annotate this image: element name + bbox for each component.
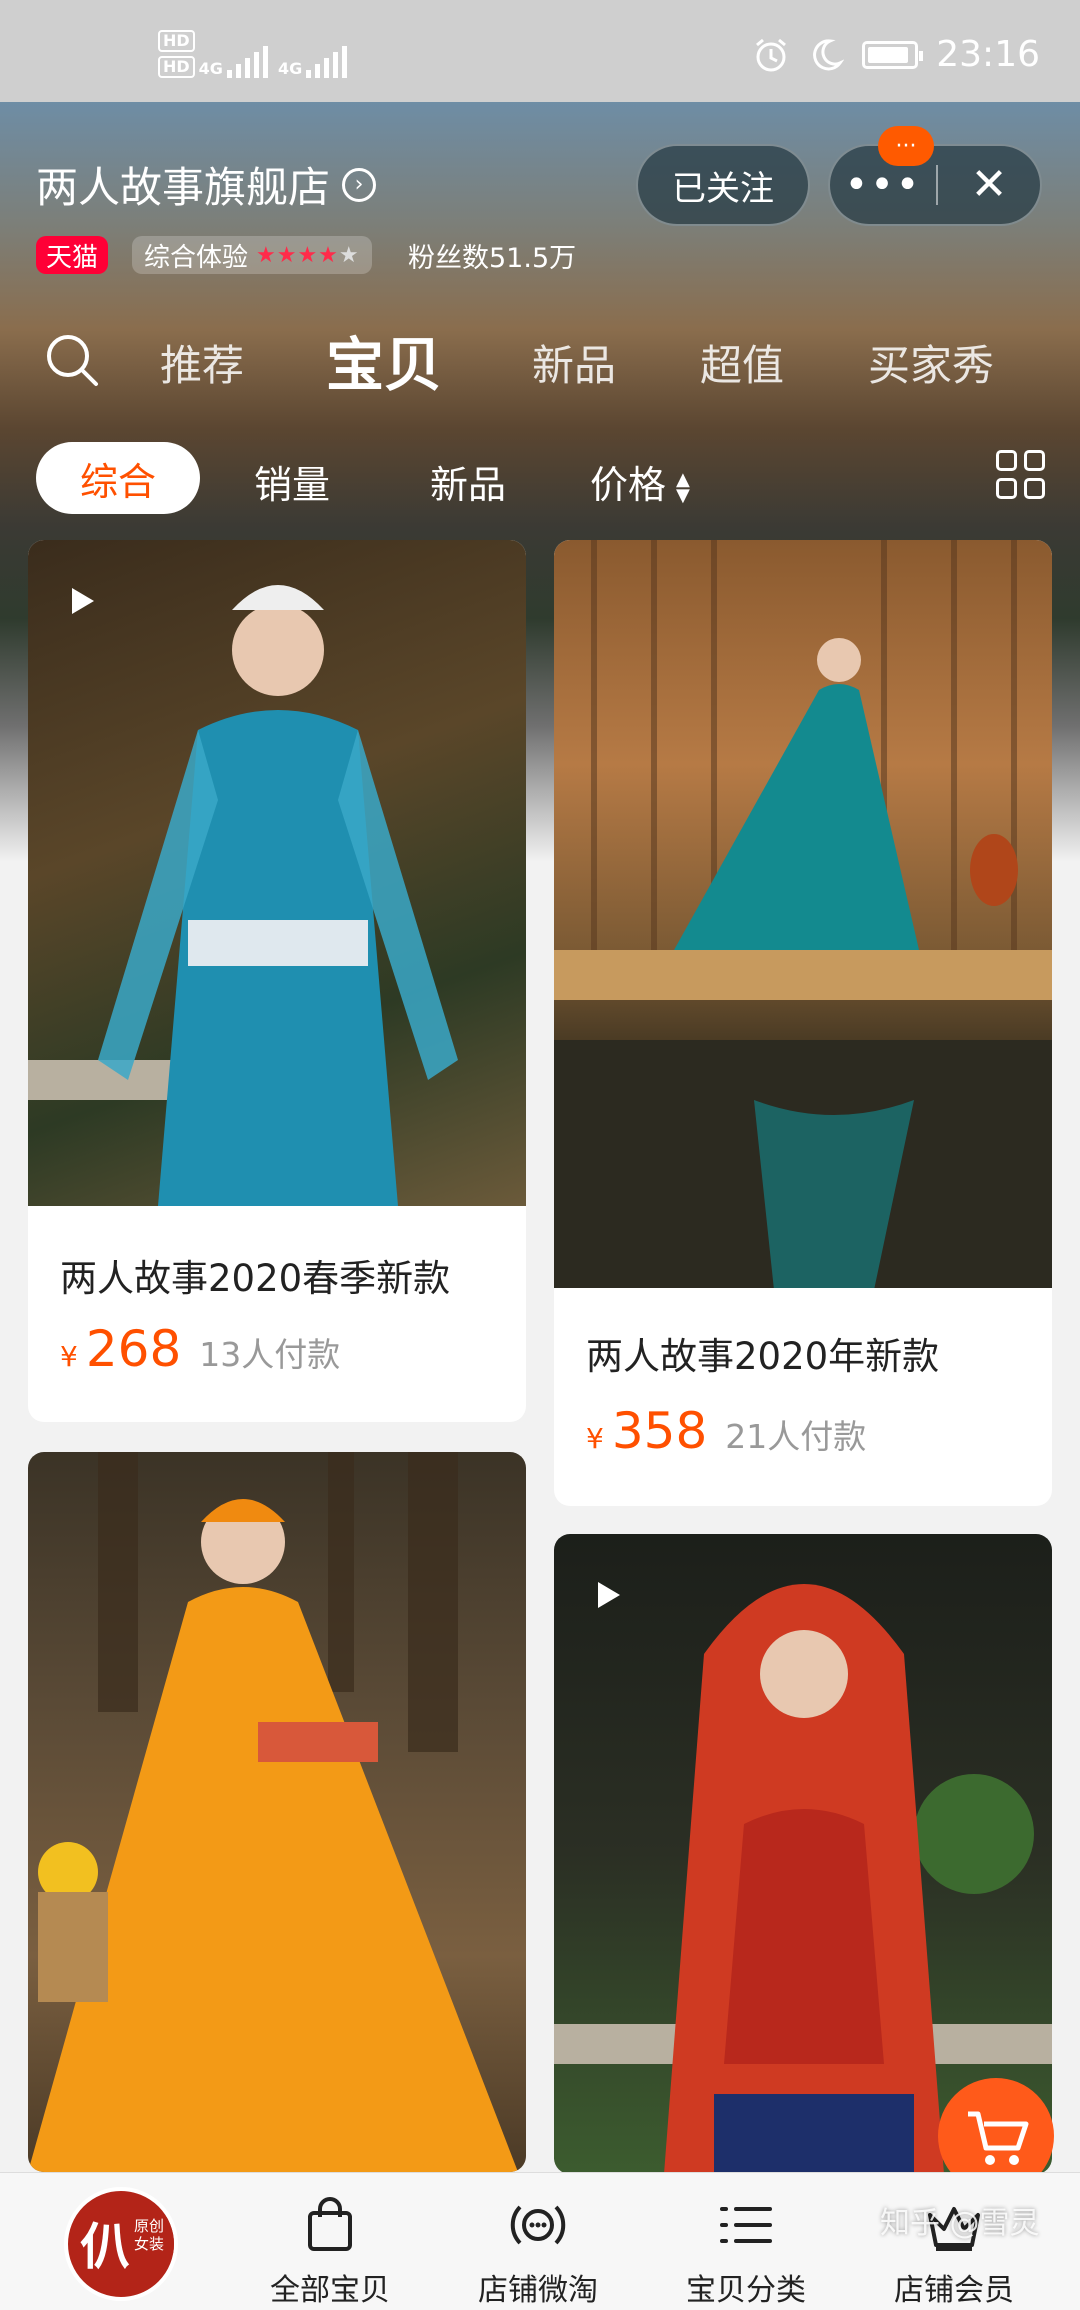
nav-label: 全部宝贝 (270, 2273, 390, 2308)
product-image (554, 540, 1052, 1288)
fans-count: 粉丝数51.5万 (408, 242, 577, 274)
sort-arrows-icon: ▲ ▼ (676, 468, 690, 506)
watermark: 知乎 @雪灵 (880, 2206, 1040, 2241)
buyer-count: 13人付款 (199, 1335, 341, 1374)
tab-value[interactable]: 超值 (700, 332, 784, 393)
nav-label: 店铺会员 (894, 2273, 1014, 2308)
tab-products[interactable]: 宝贝 (326, 318, 442, 402)
follow-button[interactable]: 已关注 (636, 144, 810, 226)
store-name-text: 两人故事旗舰店 (36, 163, 331, 212)
close-icon[interactable]: ✕ (938, 163, 1040, 207)
product-price: 268 (85, 1320, 182, 1378)
tab-buyer-show[interactable]: 买家秀 (868, 332, 994, 393)
product-card[interactable]: 两人故事2020春季新款 ¥ 268 13人付款 (28, 540, 526, 1422)
alarm-icon (756, 38, 787, 71)
tmall-badge: 天猫 (36, 236, 109, 274)
product-price-row: ¥ 268 13人付款 (60, 1320, 340, 1378)
mini-program-capsule: ••• ✕ (828, 144, 1042, 226)
store-name[interactable]: 两人故事旗舰店 › (36, 154, 377, 215)
chevron-right-icon: › (342, 167, 377, 202)
tab-new[interactable]: 新品 (532, 332, 616, 393)
store-logo-glyph: 仈 (80, 2218, 130, 2276)
signal-bars-icon (226, 46, 268, 78)
status-right: 23:16 (752, 34, 1040, 75)
network1-label: 4G (198, 59, 223, 78)
hd1-indicator: HD (158, 30, 195, 52)
nav-categories[interactable]: 宝贝分类 (656, 2173, 836, 2310)
currency-symbol: ¥ (586, 1422, 604, 1455)
sort-price[interactable]: 价格 ▲ ▼ (590, 454, 690, 509)
store-logo-sub: 原创女装 (134, 2217, 174, 2253)
battery-icon (862, 40, 924, 69)
product-photo-art (28, 585, 458, 1206)
sort-sales[interactable]: 销量 (254, 454, 330, 509)
buyer-count: 21人付款 (725, 1417, 867, 1456)
status-bar: HD HD 4G 4G 23:16 (0, 0, 1080, 102)
network2-label: 4G (277, 59, 303, 78)
product-title: 两人故事2020春季新款 (60, 1257, 451, 1300)
video-play-icon[interactable] (598, 1582, 620, 1608)
product-image (28, 1452, 526, 2172)
product-price: 358 (611, 1402, 708, 1460)
product-photo-art (554, 540, 1052, 1288)
tab-recommend[interactable]: 推荐 (160, 332, 244, 393)
signal-group: HD HD 4G 4G (158, 30, 348, 78)
nav-store-feed[interactable]: 店铺微淘 (448, 2173, 628, 2310)
experience-rating[interactable]: 综合体验 ★★★★★ (132, 236, 372, 274)
product-price-row: ¥ 358 21人付款 (586, 1402, 866, 1460)
store-tabs: 推荐 宝贝 新品 超值 买家秀 (0, 310, 1080, 400)
moon-icon (813, 38, 845, 70)
category-list-icon (720, 2207, 772, 2243)
sort-new[interactable]: 新品 (430, 454, 506, 509)
video-play-icon[interactable] (72, 588, 94, 614)
product-image (28, 540, 526, 1206)
notification-badge: ··· (878, 126, 934, 166)
sort-overall[interactable]: 综合 (36, 442, 200, 514)
signal-bars-icon (306, 46, 348, 78)
more-icon[interactable]: ••• (830, 165, 936, 205)
experience-label: 综合体验 (144, 242, 249, 273)
hd2-indicator: HD (158, 56, 195, 78)
product-card[interactable]: 两人故事2020年新款 ¥ 358 21人付款 (554, 540, 1052, 1506)
search-icon[interactable] (42, 330, 102, 390)
clock: 23:16 (936, 34, 1040, 75)
grid-view-icon[interactable] (996, 450, 1046, 500)
nav-label: 店铺微淘 (478, 2273, 598, 2308)
currency-symbol: ¥ (60, 1340, 78, 1373)
sort-bar: 综合 销量 新品 价格 ▲ ▼ (0, 442, 1080, 522)
shopping-bag-icon (308, 2197, 352, 2251)
product-card[interactable] (28, 1452, 526, 2172)
store-logo[interactable]: 仈 原创女装 (64, 2187, 178, 2301)
rating-stars-icon: ★★★★★ (256, 242, 360, 268)
nav-all-products[interactable]: 全部宝贝 (240, 2173, 420, 2310)
sort-price-label: 价格 (590, 463, 667, 507)
broadcast-icon (510, 2205, 566, 2245)
nav-label: 宝贝分类 (686, 2273, 806, 2308)
product-title: 两人故事2020年新款 (586, 1335, 940, 1378)
product-photo-art (28, 1452, 518, 2172)
